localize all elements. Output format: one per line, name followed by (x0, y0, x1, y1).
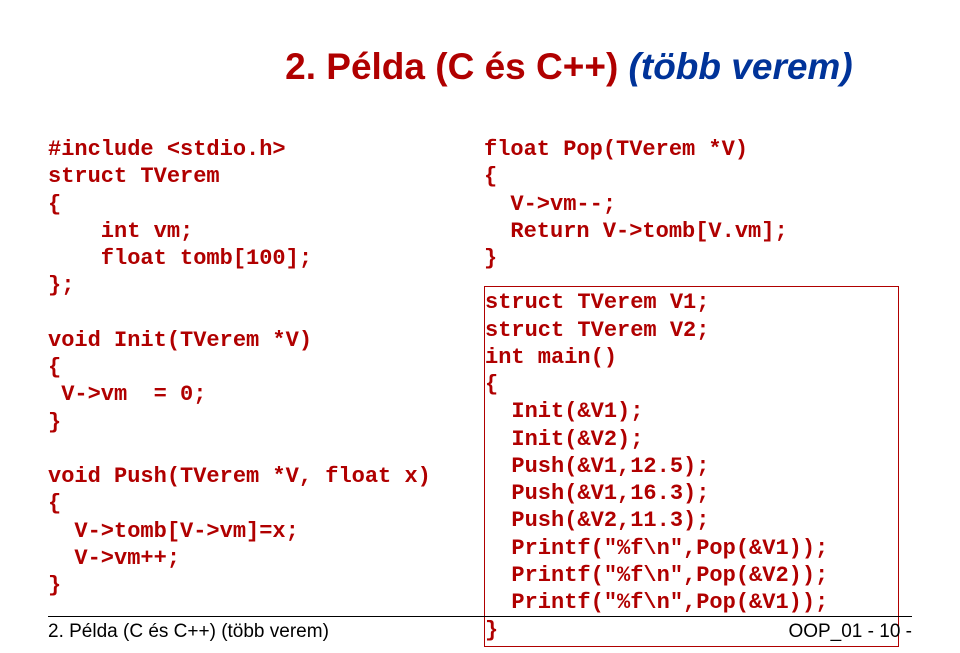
code-columns: #include <stdio.h> struct TVerem { int v… (48, 136, 912, 647)
footer-rule (48, 616, 912, 617)
title-subtitle: (több verem) (618, 46, 852, 87)
left-code-block: #include <stdio.h> struct TVerem { int v… (48, 136, 476, 600)
left-column: #include <stdio.h> struct TVerem { int v… (48, 136, 476, 647)
boxed-code-block: struct TVerem V1; struct TVerem V2; int … (484, 286, 899, 646)
right-column: float Pop(TVerem *V) { V->vm--; Return V… (484, 136, 912, 647)
slide-title: 2. Példa (C és C++) (több verem) (244, 4, 912, 130)
footer: 2. Példa (C és C++) (több verem) OOP_01 … (48, 621, 912, 643)
right-top-code-block: float Pop(TVerem *V) { V->vm--; Return V… (484, 136, 912, 272)
footer-left: 2. Példa (C és C++) (több verem) (48, 621, 329, 643)
slide: 2. Példa (C és C++) (több verem) #includ… (0, 0, 960, 653)
title-main: 2. Példa (C és C++) (285, 46, 618, 87)
footer-right: OOP_01 - 10 - (788, 621, 912, 643)
